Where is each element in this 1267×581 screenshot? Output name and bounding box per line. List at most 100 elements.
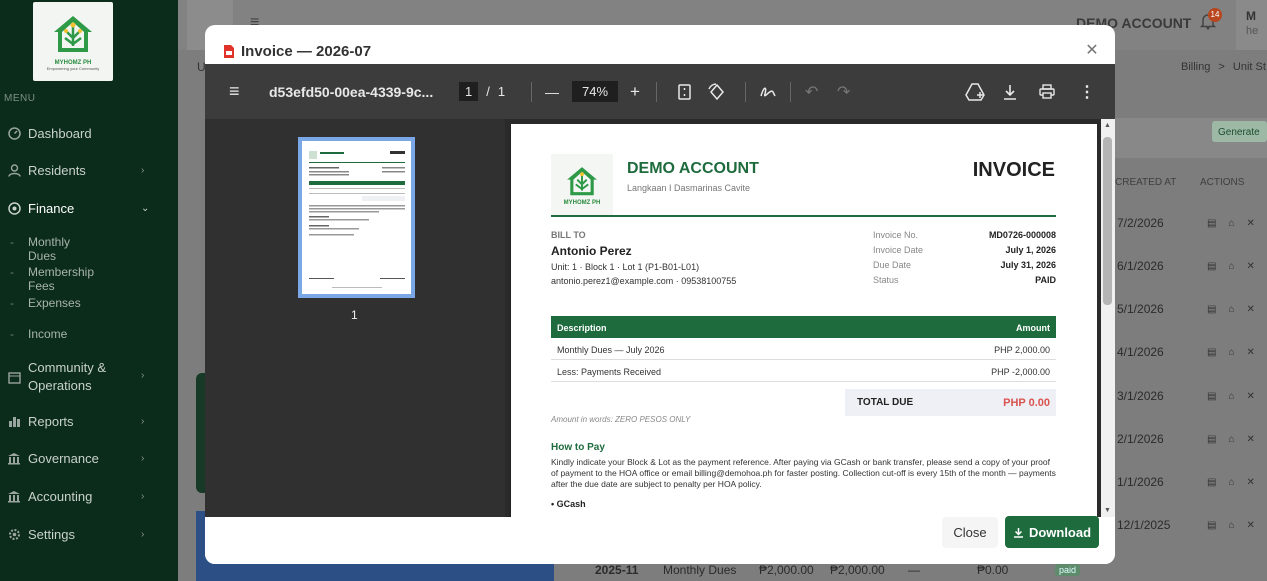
sidebar-item-label: Residents bbox=[28, 162, 86, 178]
download-icon[interactable] bbox=[1003, 64, 1017, 119]
line-description: Less: Payments Received bbox=[557, 367, 662, 377]
col-header-created-at: CREATED AT bbox=[1115, 177, 1177, 188]
dash-cell: — bbox=[908, 563, 920, 577]
col-description: Description bbox=[557, 323, 607, 333]
meta-value: PAID bbox=[1035, 275, 1056, 285]
row-action-icons[interactable]: ▤⌂✕ bbox=[1207, 347, 1267, 358]
invoice-heading: INVOICE bbox=[972, 159, 1055, 181]
bar-chart-icon bbox=[7, 414, 21, 428]
print-icon[interactable] bbox=[1039, 64, 1055, 119]
pdf-filename: d53efd50-00ea-4339-9c... bbox=[269, 83, 434, 100]
undo-icon[interactable]: ↶ bbox=[805, 64, 818, 119]
line-amount: PHP -2,000.00 bbox=[991, 367, 1050, 377]
created-at-cell: 2/1/2026 bbox=[1117, 432, 1164, 446]
toolbar-divider bbox=[531, 82, 532, 102]
breadcrumb: Billing > Unit St bbox=[1181, 61, 1266, 73]
logo-tagline: Empowering your Community bbox=[46, 66, 100, 71]
download-icon bbox=[1013, 527, 1023, 538]
sidebar-item-settings[interactable]: Settings › bbox=[0, 526, 178, 542]
sidebar-item-label: Finance bbox=[28, 200, 75, 216]
sidebar-item-reports[interactable]: Reports › bbox=[0, 413, 178, 429]
page-number-input[interactable]: 1 bbox=[459, 82, 479, 101]
created-at-cell: 6/1/2026 bbox=[1117, 259, 1164, 273]
stat-card bbox=[196, 373, 205, 493]
customer-name: Antonio Perez bbox=[551, 244, 632, 258]
created-at-cell: 7/2/2026 bbox=[1117, 216, 1164, 230]
row-action-icons[interactable]: ▤⌂✕ bbox=[1207, 477, 1267, 488]
created-at-cell: 12/1/2025 bbox=[1117, 518, 1171, 532]
sidebar-item-finance[interactable]: Finance ⌄ bbox=[0, 200, 178, 216]
total-due-label: TOTAL DUE bbox=[857, 397, 914, 408]
meta-label: Due Date bbox=[873, 260, 912, 270]
sidebar-item-residents[interactable]: Residents › bbox=[0, 162, 178, 178]
toolbar-divider bbox=[790, 82, 791, 102]
draw-icon[interactable] bbox=[759, 64, 777, 119]
close-icon[interactable]: ✕ bbox=[1084, 43, 1100, 59]
redo-icon[interactable]: ↷ bbox=[837, 64, 850, 119]
line-item-row: Less: Payments Received PHP -2,000.00 bbox=[551, 360, 1056, 382]
gcash-label: • GCash bbox=[551, 499, 586, 509]
zoom-in-button[interactable]: + bbox=[630, 64, 640, 119]
pdf-scrollbar[interactable]: ▲ ▼ bbox=[1101, 119, 1115, 517]
sidebar-item-accounting[interactable]: Accounting › bbox=[0, 488, 178, 504]
row-action-icons[interactable]: ▤⌂✕ bbox=[1207, 218, 1267, 229]
pdf-file-icon bbox=[223, 45, 235, 58]
sidebar-item-label: Community & bbox=[28, 360, 107, 375]
bullet-icon: - bbox=[10, 296, 14, 310]
chevron-down-icon: ⌄ bbox=[141, 202, 150, 214]
meta-row: Invoice No. MD0726-000008 bbox=[873, 230, 1056, 245]
dashboard-icon bbox=[7, 126, 21, 140]
row-action-icons[interactable]: ▤⌂✕ bbox=[1207, 520, 1267, 531]
row-action-icons[interactable]: ▤⌂✕ bbox=[1207, 391, 1267, 402]
meta-row: Invoice Date July 1, 2026 bbox=[873, 245, 1056, 260]
zoom-out-button[interactable]: — bbox=[545, 64, 559, 119]
contact-line: antonio.perez1@example.com · 09538100755 bbox=[551, 276, 737, 286]
user-subtitle: he bbox=[1246, 25, 1259, 37]
menu-heading: MENU bbox=[4, 93, 36, 104]
meta-row: Due Date July 31, 2026 bbox=[873, 260, 1056, 275]
type-cell: Monthly Dues bbox=[663, 563, 737, 577]
pdf-menu-icon[interactable]: ≡ bbox=[229, 64, 240, 119]
close-button[interactable]: Close bbox=[942, 517, 998, 548]
rotate-icon[interactable] bbox=[708, 64, 726, 119]
unit-line: Unit: 1 · Block 1 · Lot 1 (P1-B01-L01) bbox=[551, 262, 700, 272]
status-badge: paid bbox=[1055, 564, 1081, 576]
row-action-icons[interactable]: ▤⌂✕ bbox=[1207, 261, 1267, 272]
modal-footer: Close Download bbox=[205, 516, 1115, 564]
scroll-down-icon[interactable]: ▼ bbox=[1104, 507, 1111, 514]
sidebar-item-governance[interactable]: Governance › bbox=[0, 450, 178, 466]
thumbnail-page-number: 1 bbox=[351, 308, 358, 322]
sidebar-item-label: Operations bbox=[28, 378, 92, 393]
sidebar: MYHOMZ PH Empowering your Community MENU… bbox=[0, 0, 178, 581]
user-menu[interactable]: M he bbox=[1236, 0, 1267, 50]
sidebar-subitem-label: Expenses bbox=[28, 296, 81, 310]
bank-icon bbox=[7, 489, 21, 503]
chevron-right-icon: › bbox=[141, 528, 145, 540]
more-options-icon[interactable]: ⋮ bbox=[1079, 64, 1095, 119]
row-action-icons[interactable]: ▤⌂✕ bbox=[1207, 434, 1267, 445]
page-thumbnail[interactable] bbox=[298, 137, 415, 298]
generate-button[interactable]: Generate bbox=[1212, 121, 1267, 142]
add-to-drive-icon[interactable] bbox=[965, 64, 985, 119]
created-at-cell: 3/1/2026 bbox=[1117, 389, 1164, 403]
created-at-cell: 1/1/2026 bbox=[1117, 475, 1164, 489]
fit-page-icon[interactable] bbox=[678, 64, 691, 119]
meta-row: Status PAID bbox=[873, 275, 1056, 290]
breadcrumb-item[interactable]: Billing bbox=[1181, 61, 1210, 73]
download-button[interactable]: Download bbox=[1005, 516, 1099, 548]
sidebar-item-label: Reports bbox=[28, 413, 74, 429]
chevron-right-icon: › bbox=[141, 370, 145, 381]
zoom-level[interactable]: 74% bbox=[572, 64, 619, 119]
paid-cell: ₱2,000.00 bbox=[830, 563, 885, 577]
row-action-icons[interactable]: ▤⌂✕ bbox=[1207, 304, 1267, 315]
sidebar-item-dashboard[interactable]: Dashboard bbox=[0, 125, 178, 141]
scrollbar-thumb[interactable] bbox=[1103, 137, 1112, 305]
house-logo-icon bbox=[54, 16, 92, 52]
app-logo[interactable]: MYHOMZ PH Empowering your Community bbox=[33, 2, 113, 81]
bullet-icon: - bbox=[10, 235, 14, 249]
pdf-page: MYHOMZ PH DEMO ACCOUNT Langkaan I Dasmar… bbox=[510, 124, 1097, 517]
sidebar-item-community-operations[interactable]: Community & Operations › bbox=[0, 360, 178, 394]
zoom-level-value[interactable]: 74% bbox=[572, 81, 619, 102]
invoice-logo-text: MYHOMZ PH bbox=[563, 200, 601, 206]
scroll-up-icon[interactable]: ▲ bbox=[1104, 122, 1111, 129]
